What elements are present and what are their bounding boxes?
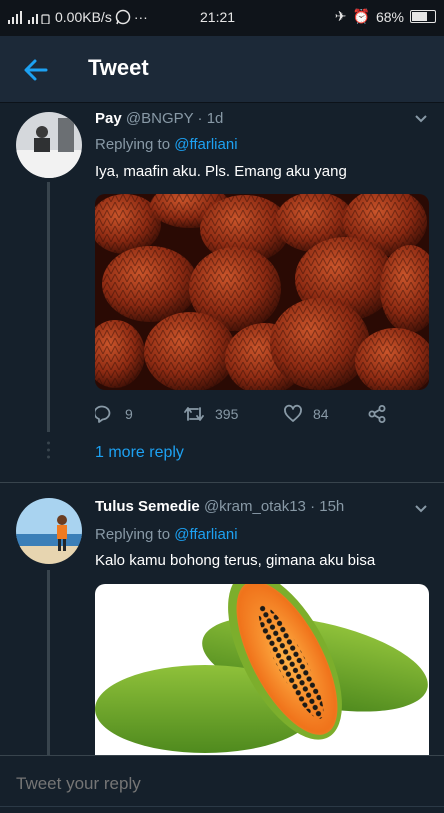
dot-separator: · <box>310 498 316 515</box>
tweet-time: 1d <box>206 110 224 127</box>
battery-icon <box>410 10 436 23</box>
thread-dots <box>47 441 50 459</box>
heart-icon <box>284 404 302 422</box>
retweet-icon <box>184 407 204 421</box>
divider <box>0 482 444 483</box>
mute-icon: ✈ <box>334 8 347 24</box>
author-name[interactable]: Pay <box>95 110 122 127</box>
tweet-header: Pay @BNGPY · 1d <box>95 110 223 127</box>
back-arrow-icon[interactable] <box>20 54 52 86</box>
author-handle[interactable]: @kram_otak13 <box>204 498 306 515</box>
replying-to-label: Replying to <box>95 526 171 543</box>
like-action[interactable]: 84 <box>283 404 367 424</box>
chevron-down-icon[interactable] <box>414 114 428 124</box>
author-name[interactable]: Tulus Semedie <box>95 498 200 515</box>
composer-underline <box>0 806 444 807</box>
like-count: 84 <box>313 406 329 422</box>
tweet-image-salak[interactable] <box>95 194 429 390</box>
replying-to-label: Replying to <box>95 136 171 153</box>
chevron-down-icon[interactable] <box>414 504 428 514</box>
app-bar: Tweet <box>0 36 444 103</box>
more-replies-link[interactable]: 1 more reply <box>95 444 184 462</box>
retweet-action[interactable]: 395 <box>183 404 283 424</box>
network-speed: 0.00KB/s <box>55 9 112 25</box>
clock: 21:21 <box>200 9 236 25</box>
author-handle[interactable]: @BNGPY <box>126 110 193 127</box>
dot-separator: · <box>197 110 203 127</box>
more-notifications-icon: ··· <box>133 9 148 25</box>
reply-icon <box>95 405 111 423</box>
whatsapp-icon <box>115 9 131 25</box>
signal-icon <box>8 11 50 24</box>
thread-line <box>47 182 50 432</box>
status-left: 0.00KB/s ··· <box>8 9 148 25</box>
tweet-actions: 9 395 84 <box>95 404 395 424</box>
tweet-image-papaya[interactable] <box>95 584 429 755</box>
tweet-reply-1[interactable]: Pay @BNGPY · 1d Replying to @ffarliani I… <box>0 102 444 486</box>
thread-line <box>47 570 50 755</box>
alarm-icon: ⏰ <box>352 8 370 24</box>
reply-composer <box>0 755 444 813</box>
reply-count: 9 <box>125 406 133 422</box>
replying-to: Replying to @ffarliani <box>95 526 238 543</box>
replying-to: Replying to @ffarliani <box>95 136 238 153</box>
battery-percent: 68% <box>375 8 404 25</box>
tweet-text: Kalo kamu bohong terus, gimana aku bisa <box>95 552 376 569</box>
avatar[interactable] <box>16 112 82 178</box>
tweet-header: Tulus Semedie @kram_otak13 · 15h <box>95 498 344 515</box>
mention-link[interactable]: @ffarliani <box>174 136 237 153</box>
page-title: Tweet <box>88 55 149 80</box>
share-icon <box>368 405 386 423</box>
status-bar: 0.00KB/s ··· 21:21 ✈ ⏰ 68% <box>0 0 444 36</box>
tweet-reply-2[interactable]: Tulus Semedie @kram_otak13 · 15h Replyin… <box>0 488 444 755</box>
mention-link[interactable]: @ffarliani <box>174 526 237 543</box>
avatar[interactable] <box>16 498 82 564</box>
reply-action[interactable]: 9 <box>95 404 183 424</box>
reply-input[interactable] <box>16 774 416 794</box>
retweet-count: 395 <box>215 406 239 422</box>
tweet-time: 15h <box>319 498 345 515</box>
share-action[interactable] <box>367 404 387 424</box>
status-right: ✈ ⏰ 68% <box>335 8 436 25</box>
tweet-text: Iya, maafin aku. Pls. Emang aku yang <box>95 163 347 180</box>
